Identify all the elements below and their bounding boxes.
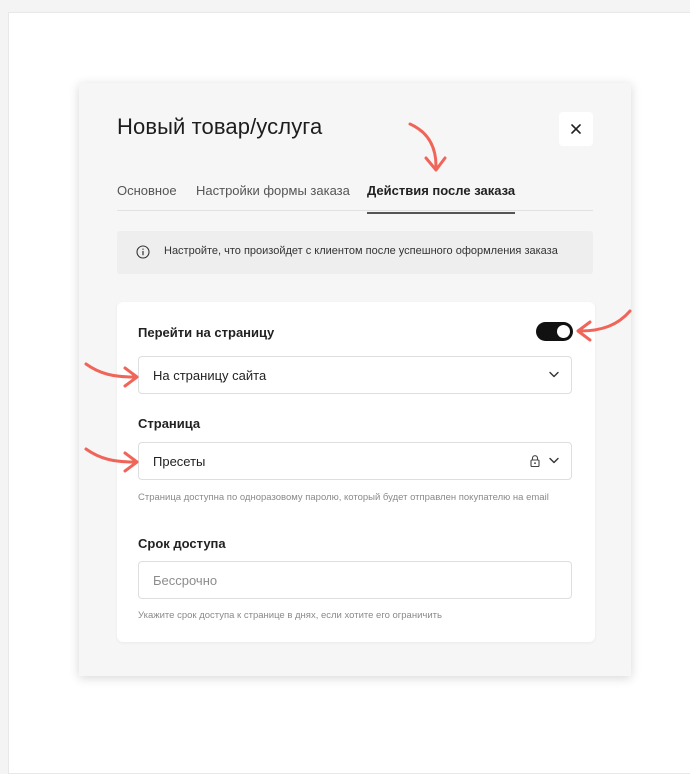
chevron-down-icon bbox=[549, 371, 559, 378]
page-label: Страница bbox=[138, 416, 201, 431]
tab-order-form-settings[interactable]: Настройки формы заказа bbox=[196, 183, 350, 212]
info-icon bbox=[136, 245, 150, 259]
page-hint: Страница доступна по одноразовому паролю… bbox=[138, 492, 549, 503]
info-banner: Настройте, что произойдет с клиентом пос… bbox=[117, 231, 593, 274]
access-period-placeholder: Бессрочно bbox=[153, 573, 218, 588]
page-select[interactable]: Пресеты bbox=[138, 442, 572, 480]
close-icon bbox=[571, 124, 581, 134]
tab-bar: Основное Настройки формы заказа Действия… bbox=[117, 179, 593, 214]
access-period-input[interactable]: Бессрочно bbox=[138, 561, 572, 599]
redirect-settings-card: Перейти на страницу На страницу сайта Ст… bbox=[117, 302, 595, 642]
tab-after-order-actions[interactable]: Действия после заказа bbox=[367, 183, 516, 214]
redirect-label: Перейти на страницу bbox=[138, 325, 275, 340]
modal-title: Новый товар/услуга bbox=[117, 114, 323, 139]
new-product-modal: Новый товар/услуга Основное Настройки фо… bbox=[79, 83, 631, 676]
tab-main[interactable]: Основное bbox=[117, 183, 177, 212]
access-period-hint: Укажите срок доступа к странице в днях, … bbox=[138, 610, 442, 621]
chevron-down-icon bbox=[549, 457, 559, 464]
access-period-label: Срок доступа bbox=[138, 536, 226, 551]
close-button[interactable] bbox=[559, 112, 593, 146]
info-text: Настройте, что произойдет с клиентом пос… bbox=[164, 245, 558, 257]
toggle-knob bbox=[557, 325, 570, 338]
lock-icon bbox=[530, 455, 540, 468]
redirect-toggle[interactable] bbox=[536, 322, 573, 341]
redirect-target-select[interactable]: На страницу сайта bbox=[138, 356, 572, 394]
redirect-target-value: На страницу сайта bbox=[153, 368, 267, 383]
page-value: Пресеты bbox=[153, 454, 206, 469]
